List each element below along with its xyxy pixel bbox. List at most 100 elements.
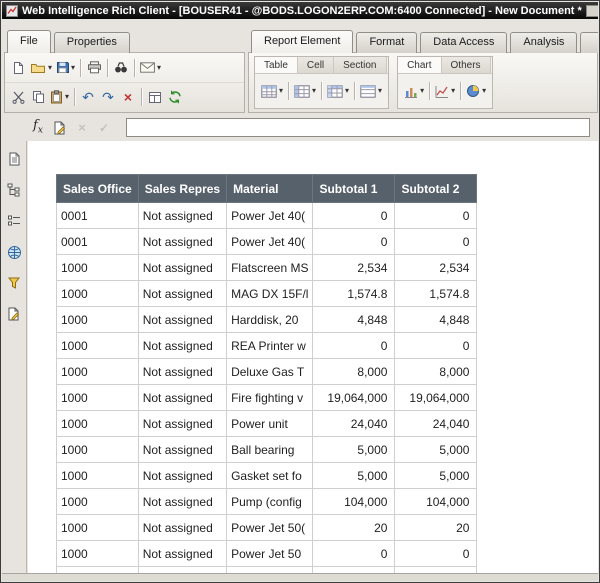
table-cell[interactable]: Power Jet 40( [227, 203, 313, 229]
tab-file[interactable]: File [7, 30, 51, 53]
bottom-scrollbar[interactable] [2, 573, 598, 581]
available-objects-button[interactable] [4, 273, 25, 293]
insert-pie-chart-button[interactable]: ▾ [464, 80, 488, 102]
ribbon-tab-analysis[interactable]: Analysis [510, 32, 577, 53]
table-cell[interactable]: Not assigned [138, 255, 226, 281]
window-control-button[interactable] [586, 5, 598, 17]
web-service-publisher-button[interactable] [4, 242, 25, 262]
table-cell[interactable]: 0 [395, 229, 477, 255]
table-cell[interactable]: Flatscreen MS [227, 255, 313, 281]
table-cell[interactable]: Not assigned [138, 541, 226, 567]
layout-button[interactable] [145, 86, 165, 108]
table-cell[interactable]: Deluxe Gas T [227, 359, 313, 385]
ribbon-tab-data-access[interactable]: Data Access [420, 32, 507, 53]
insert-horizontal-table-button[interactable]: ▾ [292, 80, 318, 102]
ribbon-tab-partial[interactable] [580, 32, 598, 53]
document-summary-button[interactable] [4, 149, 25, 169]
table-cell[interactable]: 5,000 [395, 463, 477, 489]
table-cell[interactable]: Power unit [227, 411, 313, 437]
navigation-map-button[interactable] [4, 180, 25, 200]
table-cell[interactable]: 2,534 [395, 255, 477, 281]
column-header[interactable]: Sales Repres [138, 175, 226, 203]
table-cell[interactable]: 0 [313, 333, 395, 359]
send-mail-button[interactable]: ▾ [138, 57, 163, 79]
table-cell[interactable]: 1000 [57, 541, 139, 567]
table-cell[interactable]: Gasket set fo [227, 463, 313, 489]
table-cell[interactable]: 0 [395, 203, 477, 229]
table-row[interactable]: 1000Not assignedFlatscreen MS2,5342,534 [57, 255, 477, 281]
table-row[interactable]: 0001Not assignedPower Jet 40(00 [57, 203, 477, 229]
table-cell[interactable]: Not assigned [138, 281, 226, 307]
refresh-button[interactable] [165, 86, 185, 108]
table-cell[interactable]: 5,000 [313, 463, 395, 489]
table-row[interactable]: 1000Not assignedPump (config104,000104,0… [57, 489, 477, 515]
insert-vertical-table-button[interactable]: ▾ [259, 80, 285, 102]
table-cell[interactable]: 0 [395, 541, 477, 567]
table-cell[interactable]: 0 [395, 333, 477, 359]
undo-button[interactable]: ↶ [78, 86, 98, 108]
table-cell[interactable]: 1000 [57, 255, 139, 281]
table-cell[interactable]: Fire fighting v [227, 385, 313, 411]
group-tab-cell[interactable]: Cell [298, 57, 334, 73]
table-cell[interactable]: Ball bearing [227, 437, 313, 463]
group-tab-chart[interactable]: Chart [398, 57, 441, 73]
report-canvas[interactable]: Sales OfficeSales RepresMaterialSubtotal… [28, 141, 598, 573]
table-cell[interactable]: 20 [395, 515, 477, 541]
cancel-formula-button[interactable]: × [72, 117, 92, 139]
group-tab-section[interactable]: Section [334, 57, 386, 73]
table-cell[interactable]: 1000 [57, 489, 139, 515]
table-cell[interactable]: Not assigned [138, 359, 226, 385]
table-row[interactable]: 1000Not assignedGasket set fo5,0005,000 [57, 463, 477, 489]
table-cell[interactable]: 1000 [57, 411, 139, 437]
table-cell[interactable]: Not assigned [138, 229, 226, 255]
input-controls-button[interactable] [4, 211, 25, 231]
table-cell[interactable]: 1000 [57, 385, 139, 411]
table-cell[interactable]: Power Jet 50( [227, 515, 313, 541]
insert-crosstab-button[interactable]: ▾ [325, 80, 351, 102]
open-button[interactable]: ▾ [28, 57, 54, 79]
table-cell[interactable]: Power Jet 50 [227, 541, 313, 567]
table-row[interactable]: 0001Not assignedPower Jet 40(00 [57, 229, 477, 255]
cut-button[interactable] [8, 86, 28, 108]
table-cell[interactable]: 0 [313, 229, 395, 255]
table-cell[interactable]: Power Jet 40( [227, 229, 313, 255]
table-cell[interactable]: 20 [313, 515, 395, 541]
group-tab-others[interactable]: Others [442, 57, 491, 73]
table-row[interactable]: 1000Not assignedPower Jet 5000 [57, 541, 477, 567]
find-button[interactable] [111, 57, 131, 79]
table-cell[interactable]: 1000 [57, 463, 139, 489]
table-cell[interactable]: Not assigned [138, 437, 226, 463]
table-cell[interactable]: 24,040 [395, 411, 477, 437]
table-row[interactable]: 1000Not assignedMAG DX 15F/l1,574.81,574… [57, 281, 477, 307]
ribbon-tab-report-element[interactable]: Report Element [251, 30, 353, 53]
validate-formula-button[interactable]: ✓ [94, 117, 114, 139]
table-cell[interactable]: 104,000 [395, 489, 477, 515]
table-row[interactable]: 1000Not assignedREA Printer w00 [57, 333, 477, 359]
table-cell[interactable]: 1000 [57, 333, 139, 359]
table-cell[interactable]: Not assigned [138, 385, 226, 411]
paste-button[interactable]: ▾ [48, 86, 71, 108]
table-cell[interactable]: 0 [313, 541, 395, 567]
table-cell[interactable]: Not assigned [138, 203, 226, 229]
table-cell[interactable]: Not assigned [138, 307, 226, 333]
table-cell[interactable]: Not assigned [138, 333, 226, 359]
insert-line-chart-button[interactable]: ▾ [433, 80, 457, 102]
table-cell[interactable]: 1000 [57, 281, 139, 307]
table-cell[interactable]: 4,848 [313, 307, 395, 333]
tab-properties[interactable]: Properties [54, 32, 130, 53]
copy-button[interactable] [28, 86, 48, 108]
table-cell[interactable]: Not assigned [138, 489, 226, 515]
insert-form-button[interactable]: ▾ [358, 80, 384, 102]
table-cell[interactable]: Not assigned [138, 411, 226, 437]
formula-toggle-button[interactable]: fx [28, 117, 48, 139]
table-cell[interactable]: 19,064,000 [395, 385, 477, 411]
table-cell[interactable]: 1,574.8 [313, 281, 395, 307]
table-row[interactable]: 1000Not assignedFire fighting v19,064,00… [57, 385, 477, 411]
table-cell[interactable]: 5,000 [395, 437, 477, 463]
table-cell[interactable]: 24,040 [313, 411, 395, 437]
insert-bar-chart-button[interactable]: ▾ [402, 80, 426, 102]
table-cell[interactable]: MAG DX 15F/l [227, 281, 313, 307]
table-cell[interactable]: 19,064,000 [313, 385, 395, 411]
table-cell[interactable]: 5,000 [313, 437, 395, 463]
column-header[interactable]: Material [227, 175, 313, 203]
